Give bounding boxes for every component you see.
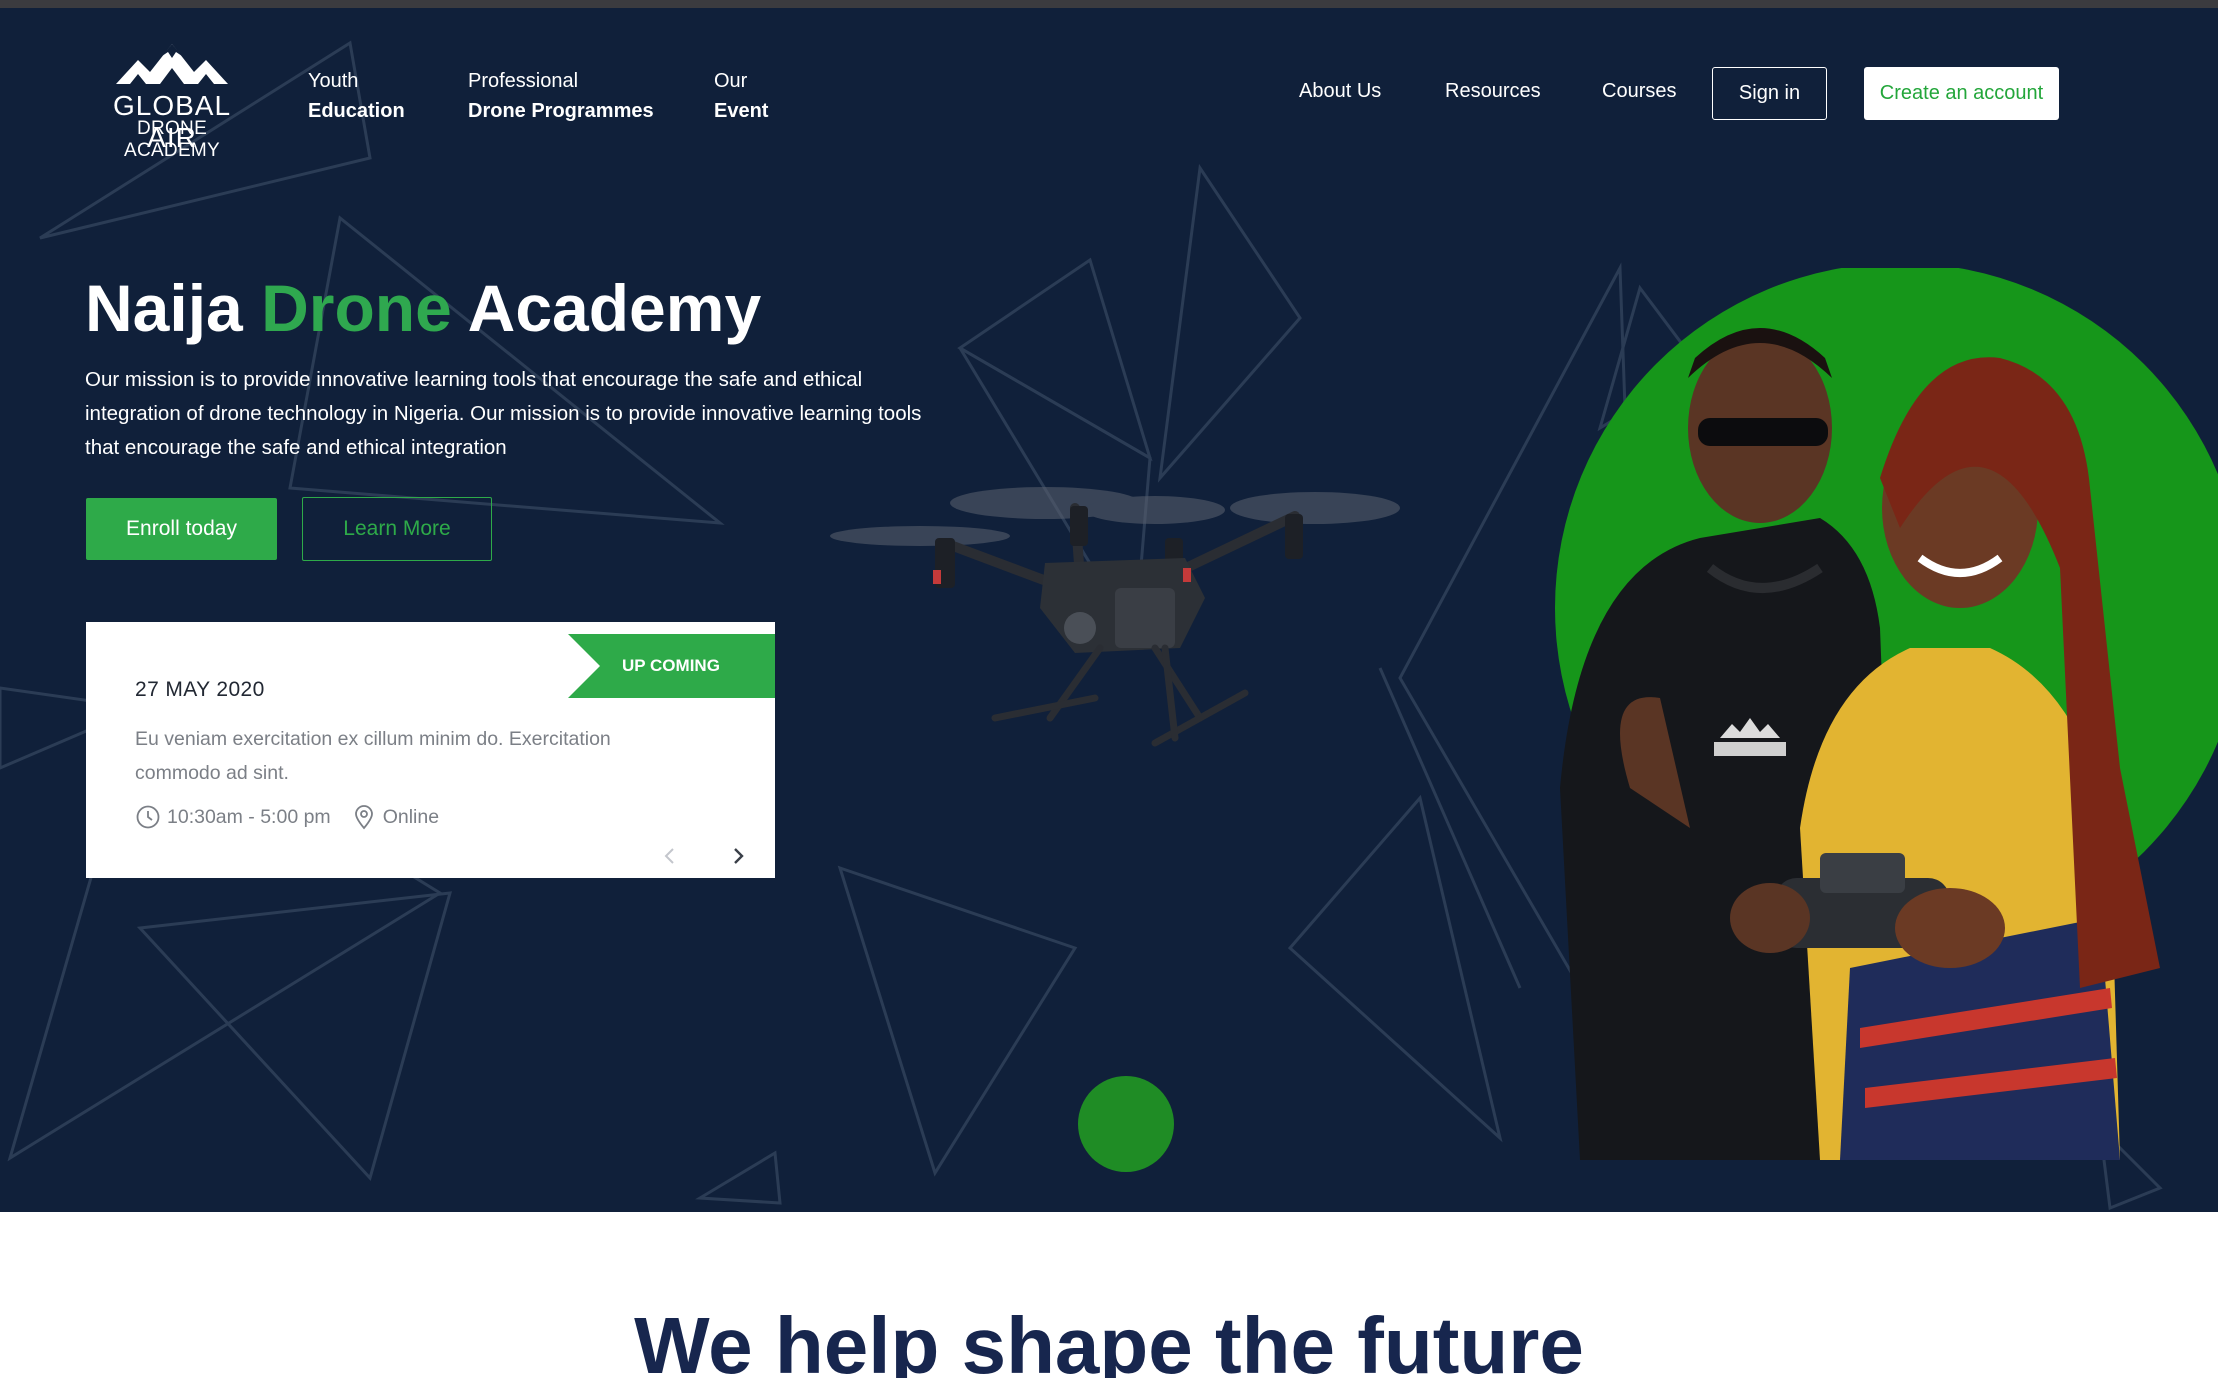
nav-item-line2: Education <box>308 100 405 122</box>
map-pin-icon <box>354 805 373 830</box>
nav-our-event[interactable]: Our Event <box>714 66 768 126</box>
hero-title-part1: Naija <box>85 271 262 345</box>
hero-title-accent: Drone <box>261 271 452 345</box>
hero-title-part2: Academy <box>451 271 762 345</box>
hero-section: GLOBAL AIR DRONE ACADEMY Youth Education… <box>0 8 2218 1212</box>
chevron-right-icon[interactable] <box>726 844 750 868</box>
floating-green-dot[interactable] <box>1078 1076 1174 1172</box>
mountain-peaks-icon <box>116 44 228 84</box>
sign-in-button[interactable]: Sign in <box>1712 67 1827 120</box>
nav-courses[interactable]: Courses <box>1602 80 1676 103</box>
nav-item-line2: Event <box>714 100 769 122</box>
upcoming-badge: UP COMING <box>568 634 775 698</box>
event-meta: 10:30am - 5:00 pm Online <box>135 802 439 832</box>
chevron-left-icon[interactable] <box>658 844 682 868</box>
hero-description: Our mission is to provide innovative lea… <box>85 368 922 459</box>
event-card: UP COMING 27 MAY 2020 Eu veniam exercita… <box>86 622 775 878</box>
event-time: 10:30am - 5:00 pm <box>167 805 331 828</box>
browser-top-strip <box>0 0 2218 8</box>
enroll-today-button[interactable]: Enroll today <box>86 498 277 560</box>
event-date: 27 MAY 2020 <box>135 678 265 701</box>
clock-icon <box>136 805 160 829</box>
nav-item-line1: Professional <box>468 70 579 92</box>
learn-more-button[interactable]: Learn More <box>302 497 492 561</box>
create-account-button[interactable]: Create an account <box>1864 67 2059 120</box>
site-logo[interactable]: GLOBAL AIR DRONE ACADEMY <box>92 38 252 161</box>
nav-item-line2: Drone Programmes <box>468 100 654 122</box>
nav-about-us[interactable]: About Us <box>1299 80 1381 103</box>
event-description: Eu veniam exercitation ex cillum minim d… <box>135 728 611 784</box>
nav-resources[interactable]: Resources <box>1445 80 1541 103</box>
section-heading: We help shape the future <box>634 1301 1584 1378</box>
logo-text-drone-academy: DRONE ACADEMY <box>123 118 221 161</box>
hero-title: Naija Drone Academy <box>85 270 761 346</box>
nav-professional-drone-programmes[interactable]: Professional Drone Programmes <box>468 66 654 126</box>
nav-item-line1: Our <box>714 70 748 92</box>
nav-item-line1: Youth <box>308 70 359 92</box>
students-with-drone-controller-photo <box>1555 268 2218 1160</box>
drone-image <box>830 487 1400 747</box>
nav-youth-education[interactable]: Youth Education <box>308 66 405 126</box>
event-location: Online <box>382 805 440 828</box>
